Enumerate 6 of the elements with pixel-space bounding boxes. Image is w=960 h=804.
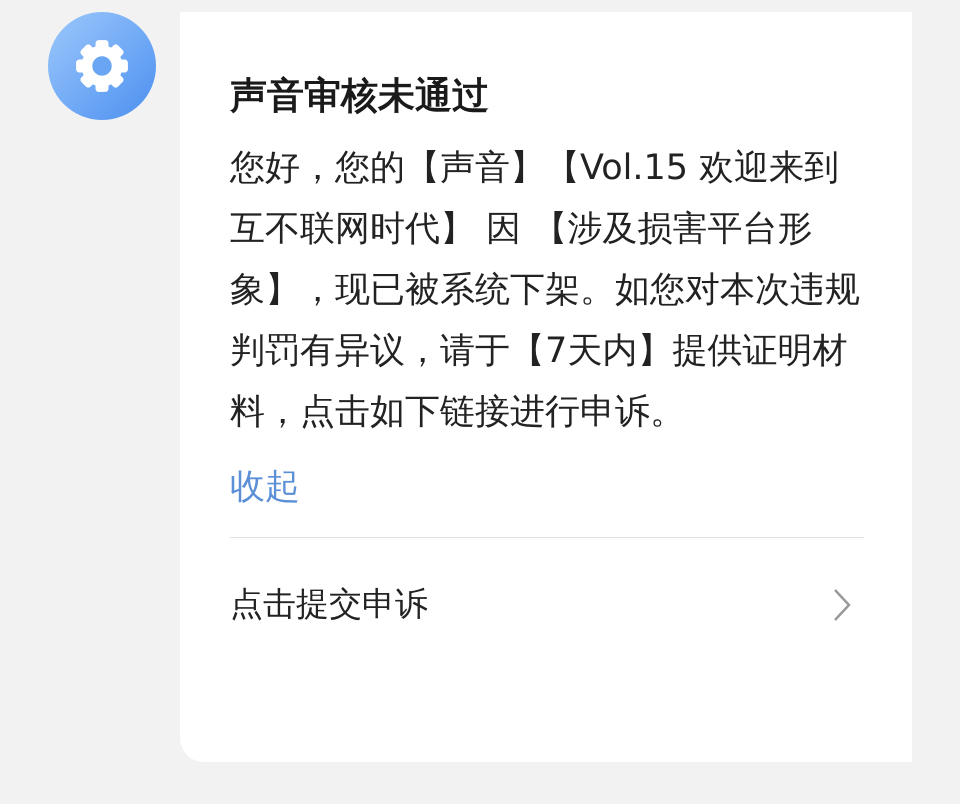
settings-avatar-icon bbox=[48, 12, 156, 120]
chevron-right-icon bbox=[832, 586, 852, 622]
message-title: 声音审核未通过 bbox=[230, 73, 490, 119]
appeal-label: 点击提交申诉 bbox=[230, 583, 428, 625]
message-body: 您好，您的【声音】【Vol.15 欢迎来到互不联网时代】 因 【涉及损害平台形象】，现已被系统下架。如您对本次违规判罚有异议，请于【7天内】提供证明材料，点击如下链接进行申诉。 bbox=[230, 147, 861, 434]
appeal-row[interactable]: 点击提交申诉 bbox=[230, 582, 852, 627]
